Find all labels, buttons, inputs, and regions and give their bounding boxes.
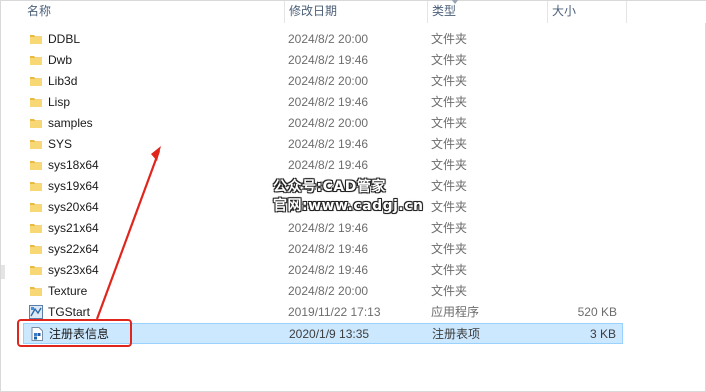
file-type: 文件夹: [431, 32, 468, 46]
file-modified-date: 2024/8/2 19:46: [288, 137, 369, 151]
column-header-name[interactable]: 名称: [23, 1, 281, 23]
file-name: sys21x64: [48, 221, 99, 235]
file-explorer-window: 名称 修改日期 类型 大小 DDBL 2024/8/2 20:00 文件夹 Dwb 20…: [0, 0, 706, 392]
file-modified-date: 2024/8/2 19:46: [288, 263, 369, 277]
file-name: Dwb: [48, 53, 73, 67]
file-type: 文件夹: [431, 200, 468, 214]
folder-icon: [29, 221, 43, 235]
folder-icon: [29, 74, 43, 88]
file-type: 文件夹: [431, 95, 468, 109]
folder-icon: [29, 284, 43, 298]
file-type: 文件夹: [431, 137, 468, 151]
column-header-type[interactable]: 类型: [427, 1, 545, 23]
file-type: 文件夹: [431, 221, 468, 235]
watermark-line1: 公众号:CAD管家: [273, 179, 386, 195]
file-row[interactable]: sys22x64 2024/8/2 19:46 文件夹: [23, 239, 623, 260]
file-modified-date: 2024/8/2 19:46: [288, 221, 369, 235]
file-name: sys23x64: [48, 263, 99, 277]
column-header-bar: 名称 修改日期 类型 大小: [1, 0, 706, 23]
file-row[interactable]: Dwb 2024/8/2 19:46 文件夹: [23, 50, 623, 71]
file-modified-date: 2024/8/2 20:00: [288, 284, 369, 298]
folder-icon: [29, 179, 43, 193]
file-type: 文件夹: [431, 179, 468, 193]
file-type: 文件夹: [431, 116, 468, 130]
file-name: Lisp: [48, 95, 71, 109]
folder-icon: [29, 137, 43, 151]
folder-icon: [29, 242, 43, 256]
file-type: 文件夹: [431, 158, 468, 172]
file-modified-date: 2024/8/2 19:46: [288, 53, 369, 67]
file-name: Texture: [48, 284, 88, 298]
folder-icon: [29, 158, 43, 172]
file-type: 文件夹: [431, 263, 468, 277]
file-name: sys18x64: [48, 158, 99, 172]
file-name: sys22x64: [48, 242, 99, 256]
file-row[interactable]: sys21x64 2024/8/2 19:46 文件夹: [23, 218, 623, 239]
column-header-date[interactable]: 修改日期: [284, 0, 459, 23]
file-type: 文件夹: [431, 284, 468, 298]
file-row[interactable]: samples 2024/8/2 20:00 文件夹: [23, 113, 623, 134]
file-name: sys19x64: [48, 179, 99, 193]
file-type: 应用程序: [431, 305, 480, 319]
file-name: SYS: [48, 137, 73, 151]
file-modified-date: 2019/11/22 17:13: [288, 305, 381, 319]
file-type: 文件夹: [431, 53, 468, 67]
annotation-highlight-box: [17, 319, 132, 347]
folder-icon: [29, 95, 43, 109]
file-type: 文件夹: [431, 74, 468, 88]
watermark: 公众号:CAD管家 官网:www.cadgj.cn: [273, 178, 424, 216]
column-header-size-label: 大小: [552, 4, 577, 18]
file-size: 520 KB: [577, 305, 617, 319]
folder-icon: [29, 32, 43, 46]
navigation-pane-edge: [1, 23, 9, 343]
file-modified-date: 2020/1/9 13:35: [289, 327, 370, 341]
file-modified-date: 2024/8/2 20:00: [288, 116, 369, 130]
navigation-pane-scroll-nub[interactable]: [1, 265, 5, 279]
file-row[interactable]: SYS 2024/8/2 19:46 文件夹: [23, 134, 623, 155]
column-header-name-label: 名称: [27, 4, 52, 18]
folder-icon: [29, 53, 43, 67]
file-row[interactable]: Lib3d 2024/8/2 20:00 文件夹: [23, 71, 623, 92]
file-name: Lib3d: [48, 74, 78, 88]
folder-icon: [29, 200, 43, 214]
column-header-date-label: 修改日期: [289, 4, 338, 18]
watermark-line2: 官网:www.cadgj.cn: [273, 198, 424, 214]
folder-icon: [29, 116, 43, 130]
file-type: 文件夹: [431, 242, 468, 256]
column-header-type-label: 类型: [432, 4, 457, 18]
file-modified-date: 2024/8/2 20:00: [288, 74, 369, 88]
file-name: samples: [48, 116, 93, 130]
file-name: DDBL: [48, 32, 81, 46]
file-modified-date: 2024/8/2 20:00: [288, 32, 369, 46]
file-modified-date: 2024/8/2 19:46: [288, 242, 369, 256]
file-row[interactable]: sys23x64 2024/8/2 19:46 文件夹: [23, 260, 623, 281]
file-modified-date: 2024/8/2 19:46: [288, 158, 369, 172]
file-size: 3 KB: [589, 327, 616, 341]
file-row[interactable]: DDBL 2024/8/2 20:00 文件夹: [23, 29, 623, 50]
file-name: sys20x64: [48, 200, 99, 214]
file-row[interactable]: sys18x64 2024/8/2 19:46 文件夹: [23, 155, 623, 176]
file-type: 注册表项: [432, 327, 481, 341]
file-row[interactable]: Lisp 2024/8/2 19:46 文件夹: [23, 92, 623, 113]
file-row[interactable]: Texture 2024/8/2 20:00 文件夹: [23, 281, 623, 302]
column-header-size[interactable]: 大小: [547, 1, 627, 23]
file-modified-date: 2024/8/2 19:46: [288, 95, 369, 109]
folder-icon: [29, 263, 43, 277]
application-icon: [29, 305, 43, 319]
